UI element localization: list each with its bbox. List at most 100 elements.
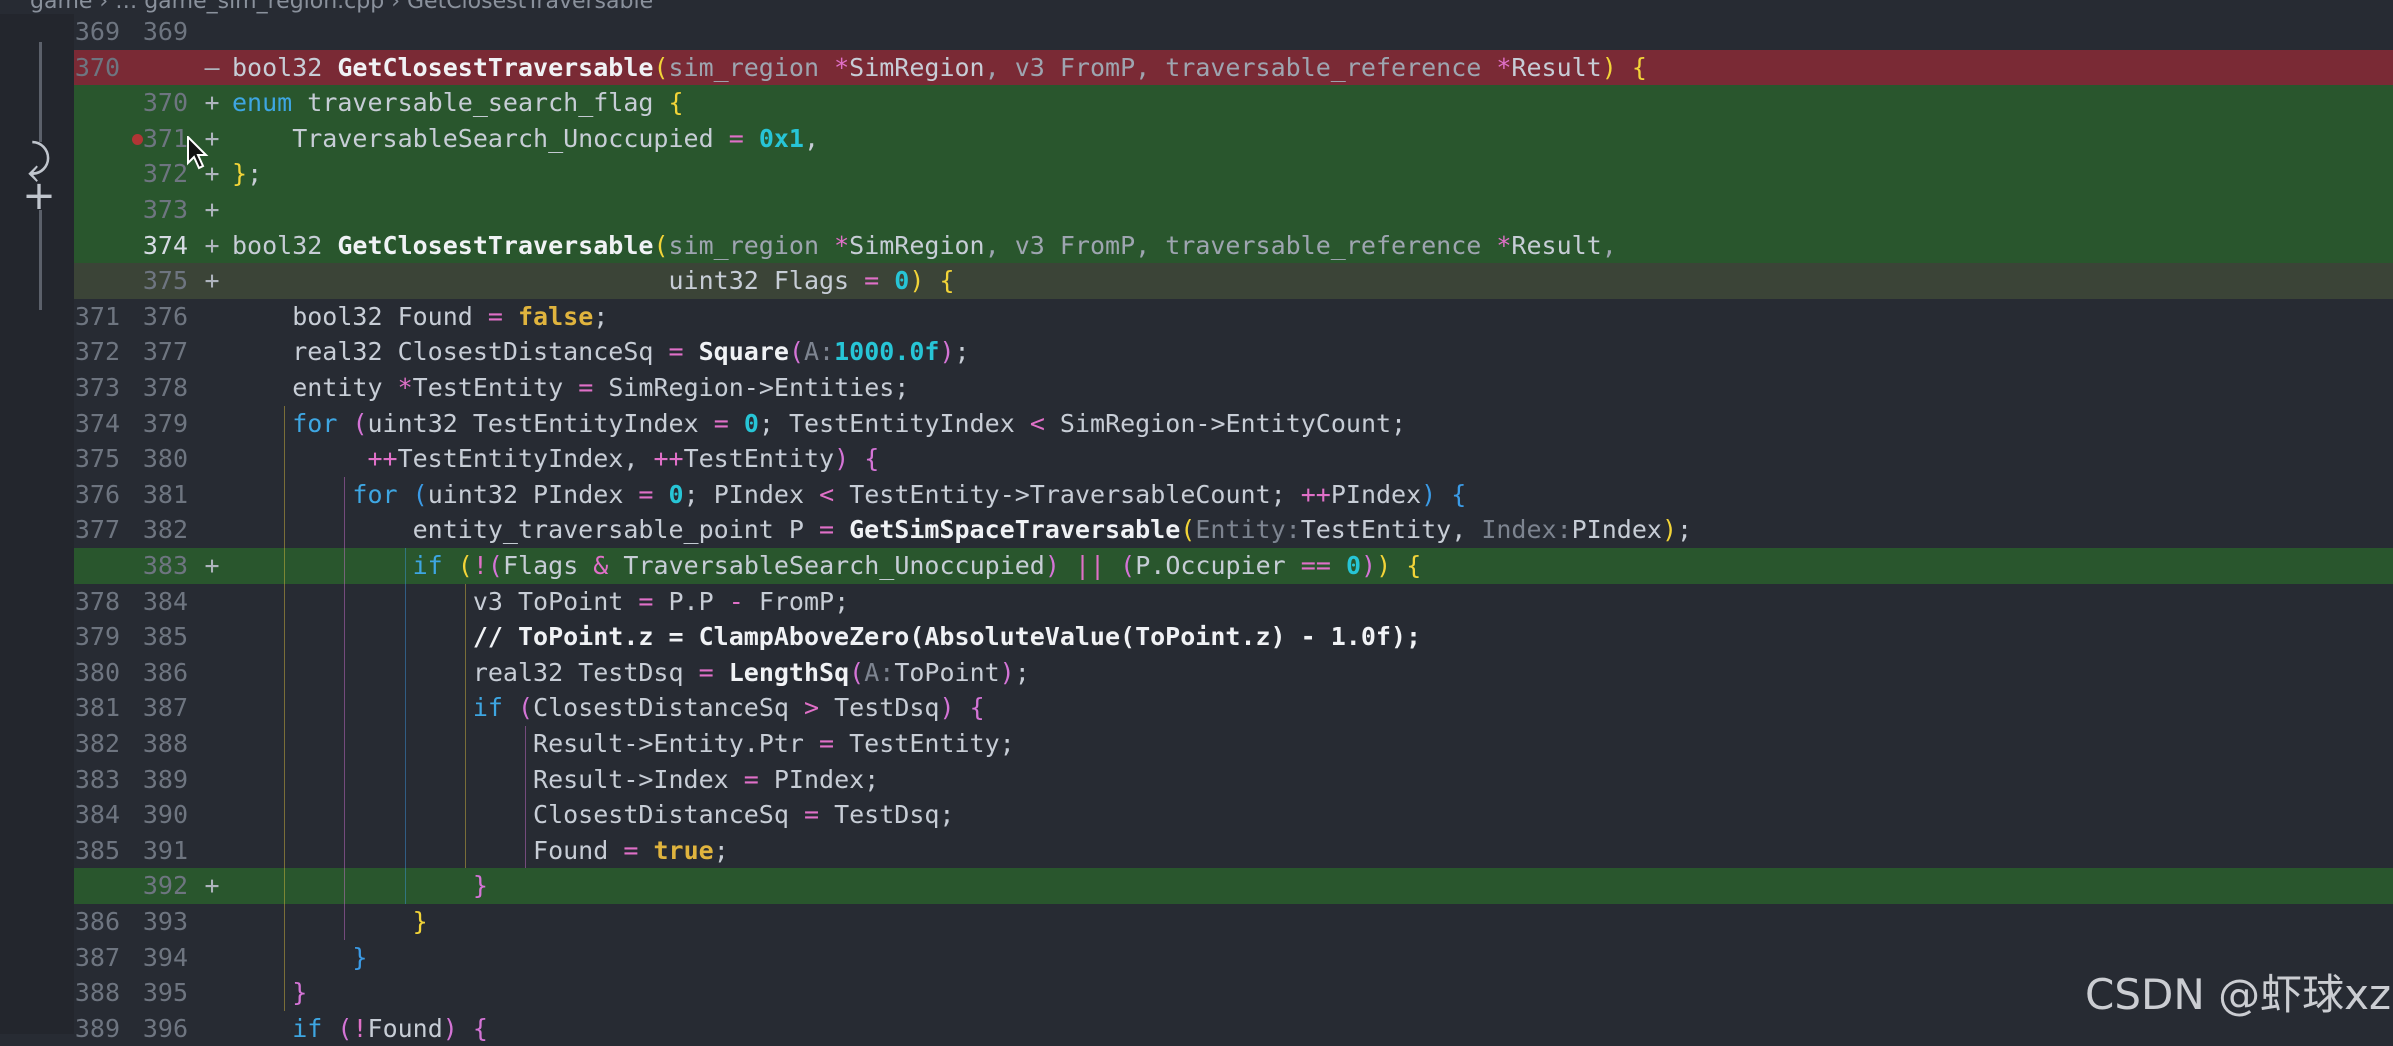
code-token: (: [487, 551, 503, 580]
breadcrumb[interactable]: game › … game_sim_region.cpp › GetCloses…: [0, 0, 2393, 14]
code-text[interactable]: real32 ClosestDistanceSq = Square(A:1000…: [232, 334, 969, 370]
code-line[interactable]: 389 396 if (!Found) {: [74, 1011, 2393, 1046]
code-text[interactable]: if (!(Flags & TraversableSearch_Unoccupi…: [232, 548, 1422, 584]
new-line-number[interactable]: 387: [128, 690, 188, 726]
code-token: ;: [593, 301, 609, 331]
breakpoint-icon[interactable]: [132, 133, 143, 145]
code-text[interactable]: };: [232, 156, 262, 192]
new-line-number[interactable]: 382: [128, 512, 188, 548]
code-line[interactable]: 370 — bool32 GetClosestTraversable(sim_reg…: [74, 49, 2393, 86]
code-token: 0x1: [758, 123, 804, 153]
code-line[interactable]: 384 390 ClosestDistanceSq = TestDsq;: [74, 797, 2393, 833]
code-token: Found: [232, 835, 624, 865]
code-line[interactable]: 376 381 for (uint32 PIndex = 0; PIndex < …: [74, 477, 2393, 513]
new-line-number[interactable]: 378: [128, 370, 188, 406]
code-line[interactable]: 386 393 }: [74, 904, 2393, 940]
code-token: ,: [803, 123, 820, 153]
code-text[interactable]: bool32 GetClosestTraversable(sim_region …: [232, 50, 1647, 86]
code-text[interactable]: if (!Found) {: [232, 1011, 488, 1046]
code-text[interactable]: for (uint32 PIndex = 0; PIndex < TestEnt…: [232, 477, 1466, 513]
new-line-number[interactable]: 385: [128, 619, 188, 655]
new-line-number[interactable]: 380: [128, 441, 188, 477]
code-text[interactable]: // ToPoint.z = ClampAboveZero(AbsoluteVa…: [232, 619, 1421, 655]
new-line-number[interactable]: 396: [128, 1011, 188, 1046]
code-line[interactable]: 375 380 ++TestEntityIndex, ++TestEntity) …: [74, 441, 2393, 477]
code-line[interactable]: 377 382 entity_traversable_point P = GetS…: [74, 512, 2393, 548]
new-line-number[interactable]: 381: [128, 477, 188, 513]
new-line-number[interactable]: 394: [128, 940, 188, 976]
new-line-number[interactable]: 389: [128, 762, 188, 798]
code-line[interactable]: 385 391 Found = true;: [74, 833, 2393, 869]
new-line-number[interactable]: 384: [128, 584, 188, 620]
code-text[interactable]: real32 TestDsq = LengthSq(A:ToPoint);: [232, 655, 1030, 691]
code-line[interactable]: 370 + enum traversable_search_flag {: [74, 85, 2393, 121]
code-line[interactable]: 383 389 Result->Index = PIndex;: [74, 762, 2393, 798]
code-text[interactable]: entity *TestEntity = SimRegion->Entities…: [232, 370, 909, 406]
code-text[interactable]: entity_traversable_point P = GetSimSpace…: [232, 512, 1692, 548]
new-line-number[interactable]: 393: [128, 904, 188, 940]
new-line-number[interactable]: 388: [128, 726, 188, 762]
code-text[interactable]: ClosestDistanceSq = TestDsq;: [232, 797, 954, 833]
code-text[interactable]: for (uint32 TestEntityIndex = 0; TestEnt…: [232, 406, 1406, 442]
code-token: =: [803, 800, 820, 830]
code-token: PIndex;: [758, 764, 880, 794]
code-text[interactable]: }: [232, 868, 488, 904]
new-line-number[interactable]: 392: [128, 868, 188, 904]
new-line-number[interactable]: 372: [128, 156, 188, 192]
code-token: Index:: [1481, 515, 1572, 545]
code-line[interactable]: 379 385 // ToPoint.z = ClampAboveZero(Abs…: [74, 619, 2393, 655]
new-line-number[interactable]: 375: [128, 263, 188, 299]
code-line[interactable]: 383 + if (!(Flags & TraversableSearch_Uno…: [74, 548, 2393, 584]
code-line[interactable]: 380 386 real32 TestDsq = LengthSq(A:ToPoi…: [74, 655, 2393, 691]
code-token: ;: [247, 159, 263, 189]
code-token: TraversableSearch_Unoccupied: [608, 551, 1045, 580]
code-line[interactable]: 369 369: [74, 14, 2393, 50]
code-text[interactable]: TraversableSearch_Unoccupied = 0x1,: [232, 121, 819, 157]
new-line-number[interactable]: 373: [128, 192, 188, 228]
code-line[interactable]: 371 376 bool32 Found = false;: [74, 299, 2393, 335]
code-token: !: [472, 551, 488, 580]
new-line-number[interactable]: 376: [128, 299, 188, 335]
code-text[interactable]: v3 ToPoint = P.P - FromP;: [232, 584, 849, 620]
code-line[interactable]: 388 395 }: [74, 975, 2393, 1011]
code-text[interactable]: enum traversable_search_flag {: [232, 85, 684, 121]
code-line[interactable]: 373 +: [74, 192, 2393, 228]
code-text[interactable]: }: [232, 904, 428, 940]
code-line[interactable]: 392 + }: [74, 868, 2393, 904]
code-text[interactable]: uint32 Flags = 0) {: [232, 263, 954, 299]
code-line[interactable]: 372 377 real32 ClosestDistanceSq = Square…: [74, 334, 2393, 370]
new-line-number[interactable]: 383: [128, 548, 188, 584]
new-line-number[interactable]: 369: [128, 14, 188, 50]
new-line-number[interactable]: 391: [128, 833, 188, 869]
new-line-number[interactable]: 379: [128, 406, 188, 442]
code-text[interactable]: Result->Index = PIndex;: [232, 762, 879, 798]
code-line[interactable]: 371 + TraversableSearch_Unoccupied = 0x1,: [74, 120, 2393, 157]
code-line[interactable]: 374 + bool32 GetClosestTraversable(sim_reg…: [74, 227, 2393, 264]
code-text[interactable]: }: [232, 940, 367, 976]
code-line[interactable]: 373 378 entity *TestEntity = SimRegion->E…: [74, 370, 2393, 406]
new-line-number[interactable]: 374: [128, 228, 188, 264]
code-editor[interactable]: 369 369 370— bool32 GetClosestTraversable(s…: [74, 14, 2393, 1043]
add-icon[interactable]: +: [19, 176, 59, 216]
code-line[interactable]: 387 394 }: [74, 940, 2393, 976]
new-line-number[interactable]: 386: [128, 655, 188, 691]
code-line[interactable]: 372 +};: [74, 156, 2393, 192]
code-text[interactable]: }: [232, 975, 307, 1011]
new-line-number[interactable]: 370: [128, 85, 188, 121]
new-line-number[interactable]: 390: [128, 797, 188, 833]
code-text[interactable]: bool32 GetClosestTraversable(sim_region …: [232, 228, 1617, 264]
code-line[interactable]: 375 + uint32 Flags = 0) {: [74, 263, 2393, 299]
code-line[interactable]: 382 388 Result->Entity.Ptr = TestEntity;: [74, 726, 2393, 762]
code-line[interactable]: 374 379 for (uint32 TestEntityIndex = 0; …: [74, 406, 2393, 442]
code-line[interactable]: 381 387 if (ClosestDistanceSq > TestDsq) …: [74, 690, 2393, 726]
code-text[interactable]: bool32 Found = false;: [232, 299, 608, 335]
code-text[interactable]: Found = true;: [232, 833, 729, 869]
code-text[interactable]: ++TestEntityIndex, ++TestEntity) {: [232, 441, 879, 477]
code-token: 0: [743, 408, 759, 438]
code-token: {: [668, 88, 684, 118]
new-line-number[interactable]: 395: [128, 975, 188, 1011]
code-text[interactable]: Result->Entity.Ptr = TestEntity;: [232, 726, 1015, 762]
new-line-number[interactable]: 377: [128, 334, 188, 370]
code-line[interactable]: 378 384 v3 ToPoint = P.P - FromP;: [74, 584, 2393, 620]
